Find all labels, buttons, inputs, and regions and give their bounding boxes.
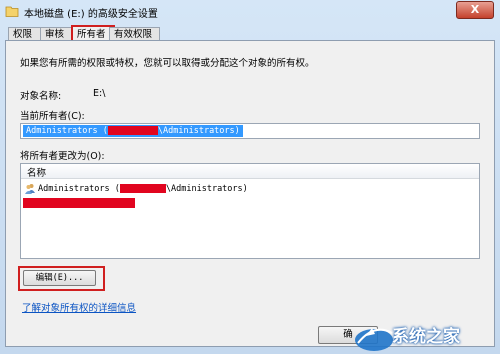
owner-candidates-list[interactable]: 名称 Administrators (\Administrators) [20, 163, 480, 259]
redaction-mark [119, 184, 166, 193]
current-owner-label: 当前所有者(C): [20, 111, 85, 122]
list-item[interactable]: Administrators (\Administrators) [25, 182, 248, 196]
current-owner-value: Administrators (\Administrators) [23, 125, 243, 137]
list-column-header[interactable]: 名称 [21, 164, 479, 179]
tab-permissions[interactable]: 权限 [8, 27, 41, 41]
object-name-label: 对象名称: [20, 91, 62, 102]
tab-auditing[interactable]: 审核 [40, 27, 73, 41]
watermark-text: 系统之家 [392, 327, 460, 347]
column-name-label: 名称 [27, 168, 47, 179]
intro-text: 如果您有所需的权限或特权，您就可以取得或分配这个对象的所有权。 [20, 58, 315, 69]
security-dialog: 本地磁盘 (E:) 的高级安全设置 X 权限 审核 所有者 有效权限 如果您有所… [0, 0, 500, 354]
current-owner-field[interactable]: Administrators (\Administrators) [20, 123, 480, 139]
learn-more-link[interactable]: 了解对象所有权的详细信息 [22, 300, 136, 314]
tab-effective-permissions[interactable]: 有效权限 [109, 27, 160, 41]
users-group-icon [25, 184, 35, 194]
close-button[interactable]: X [456, 1, 494, 19]
object-name-value: E:\ [93, 88, 106, 99]
title-bar: 本地磁盘 (E:) 的高级安全设置 X [0, 0, 500, 24]
edit-button[interactable]: 编辑(E)... [23, 270, 96, 286]
folder-icon [5, 6, 19, 17]
change-owner-label: 将所有者更改为(O): [20, 151, 105, 162]
redaction-mark [23, 198, 135, 208]
redaction-mark [107, 126, 158, 135]
window-title: 本地磁盘 (E:) 的高级安全设置 [24, 9, 158, 20]
